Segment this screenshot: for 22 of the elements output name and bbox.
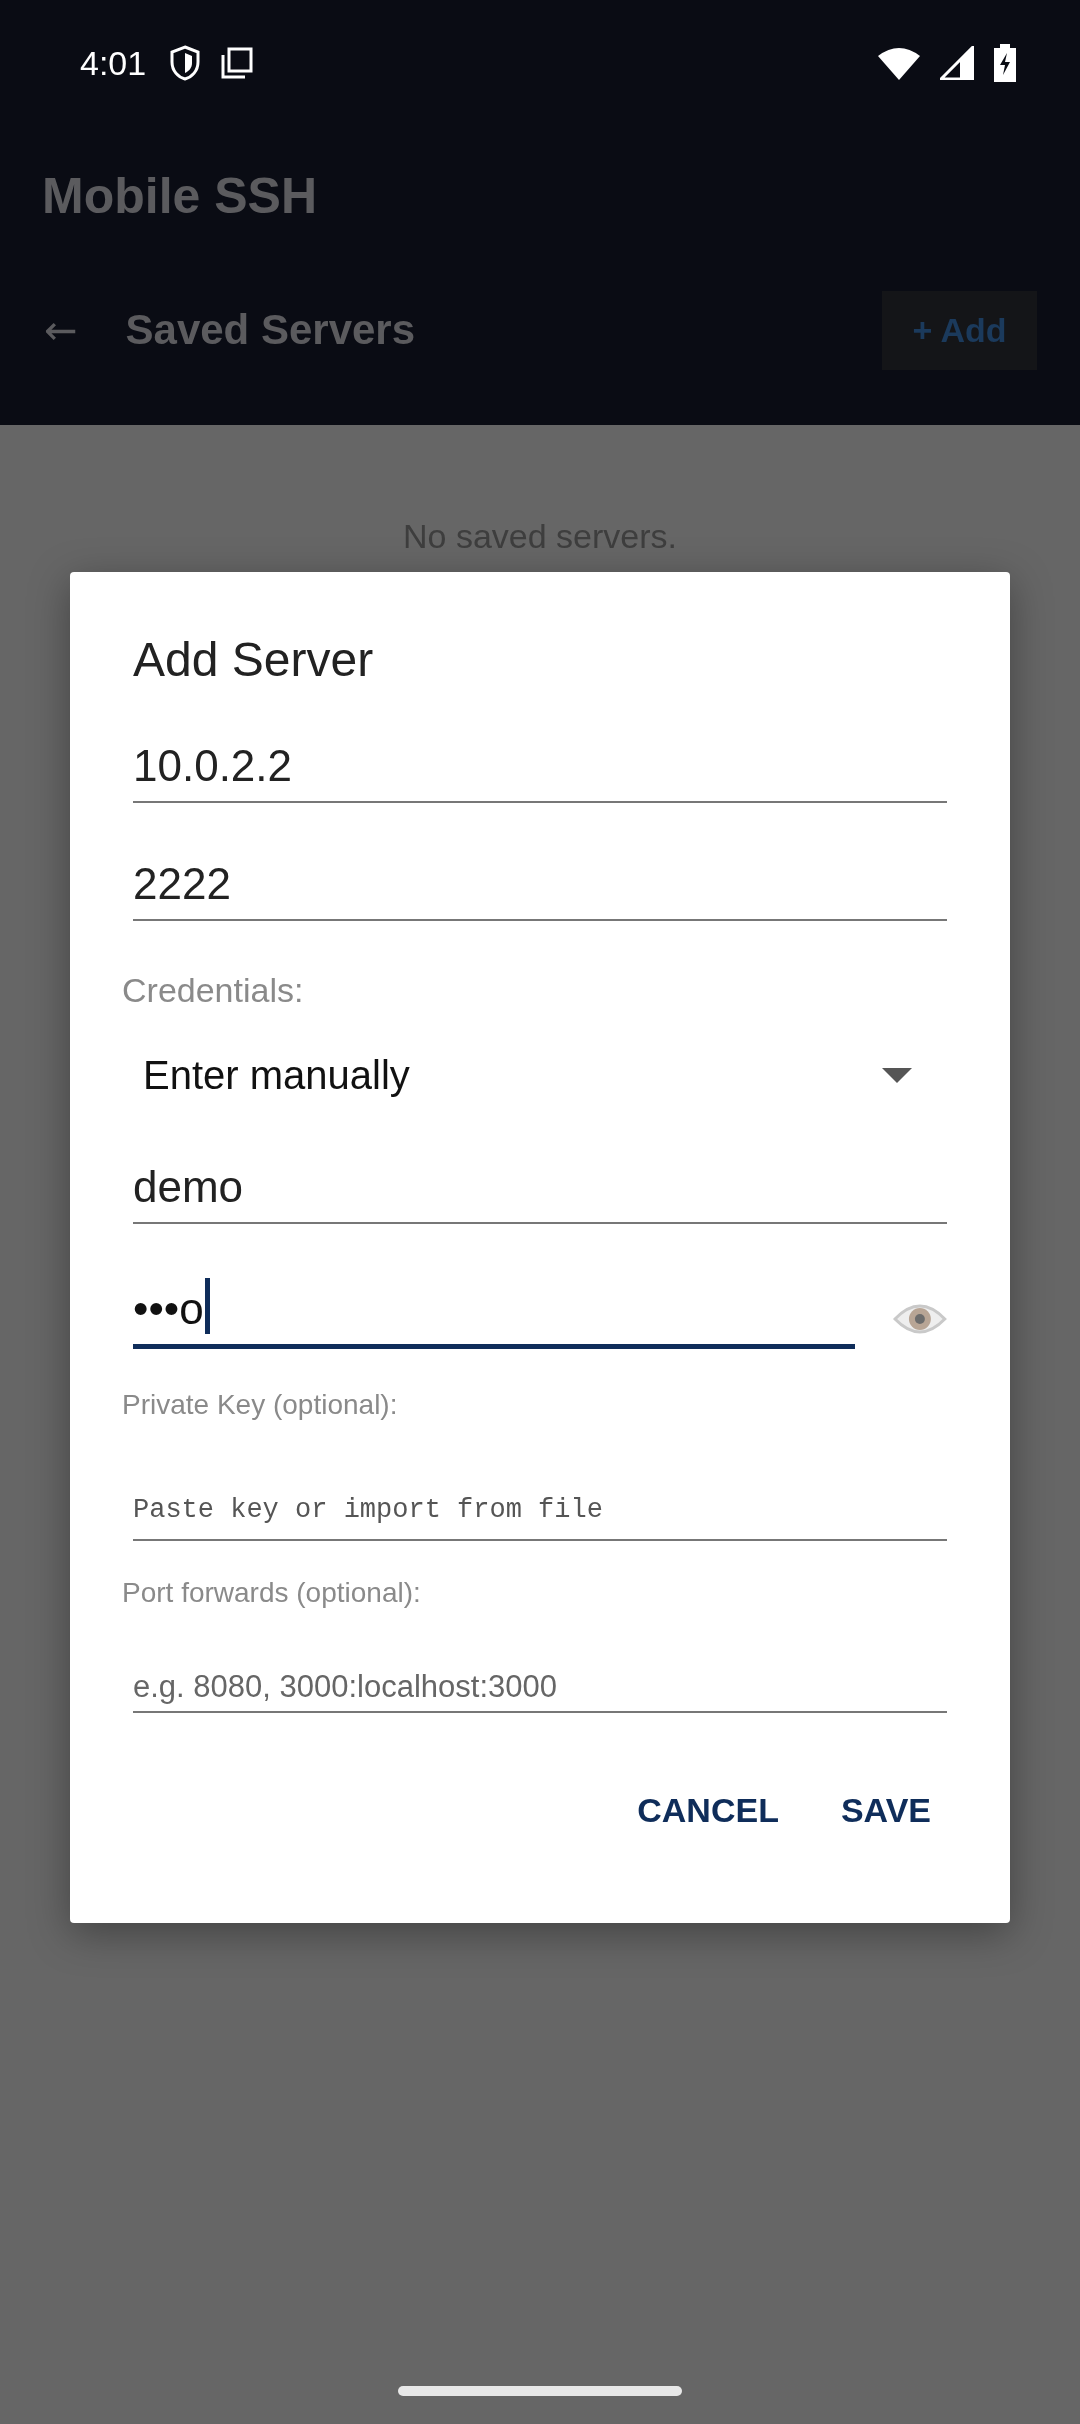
status-time: 4:01 bbox=[80, 43, 147, 83]
password-field[interactable]: •••o bbox=[133, 1274, 856, 1349]
credentials-dropdown[interactable]: Enter manually bbox=[143, 1040, 947, 1110]
field-label: Private Key (optional): bbox=[122, 1389, 399, 1422]
page-title: Saved Servers bbox=[125, 306, 416, 355]
copy-icon bbox=[220, 46, 255, 81]
save-button[interactable]: SAVE bbox=[834, 1783, 937, 1838]
input-field[interactable]: demo bbox=[133, 1156, 947, 1224]
signal-icon bbox=[940, 46, 974, 81]
app-title: Mobile SSH bbox=[42, 167, 318, 226]
input-field[interactable]: 10.0.2.2 bbox=[133, 735, 947, 803]
shield-icon bbox=[170, 45, 201, 82]
field-label: Port forwards (optional): bbox=[122, 1577, 422, 1610]
input-field[interactable]: 2222 bbox=[133, 853, 947, 921]
dropdown-caret-icon bbox=[882, 1067, 912, 1083]
battery-icon bbox=[994, 44, 1016, 83]
wifi-icon bbox=[878, 46, 920, 81]
cancel-button[interactable]: CANCEL bbox=[631, 1783, 785, 1838]
input-field[interactable]: e.g. 8080, 3000:localhost:3000 bbox=[133, 1657, 947, 1713]
field-label: Credentials: bbox=[122, 971, 305, 1010]
dialog-title: Add Server bbox=[133, 632, 375, 687]
input-field[interactable]: Paste key or import from file bbox=[133, 1469, 947, 1541]
